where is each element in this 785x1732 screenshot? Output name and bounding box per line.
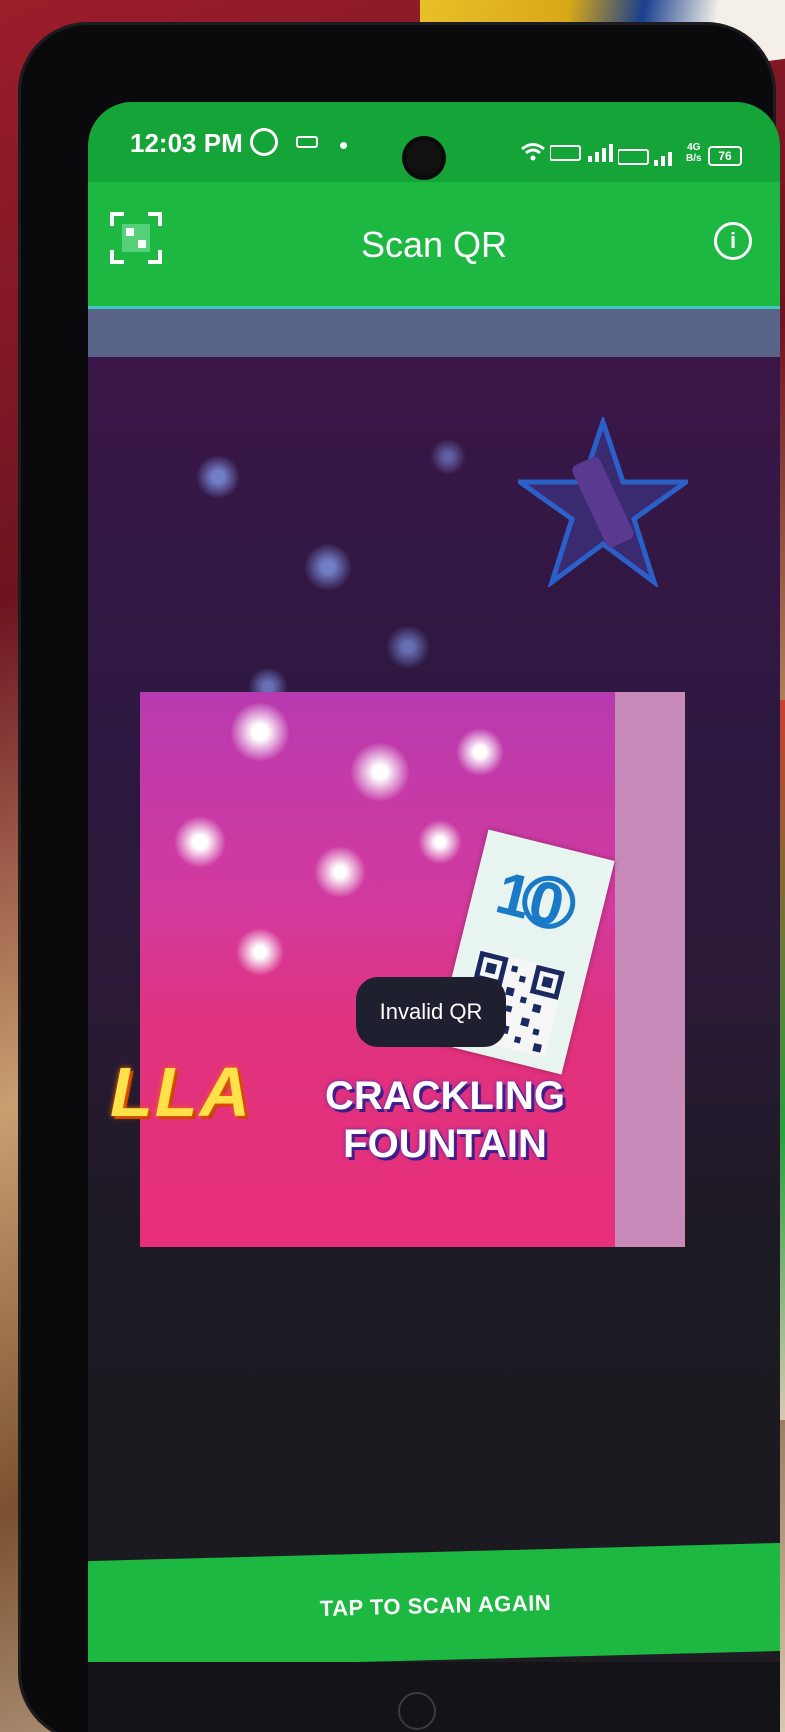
app-bar: Scan QR i [88,182,780,309]
speed-bottom: B/s [686,153,702,164]
product-brand-text: LLA [110,1053,253,1131]
wifi-icon [521,143,545,161]
camera-viewfinder: 10 LLA CRACKLING FOUNTAIN Invalid QR [88,357,780,1647]
status-bar: 12:03 PM 4G B/s 76 [88,102,780,182]
photo-scene: 12:03 PM 4G B/s 76 Scan QR i 10 LLA CRAC… [0,0,785,1732]
page-title: Scan QR [360,224,508,265]
scan-frame: 10 LLA CRACKLING FOUNTAIN [110,692,685,1247]
anniversary-logo-icon: 10 [490,859,576,940]
status-time: 12:03 PM [130,128,243,158]
sms-icon [296,136,318,148]
phone-body: 12:03 PM 4G B/s 76 Scan QR i 10 LLA CRAC… [18,22,780,1732]
speed-top: 4G [687,142,701,153]
system-nav-area [88,1662,780,1732]
svg-text:10: 10 [490,859,571,940]
info-icon[interactable]: i [714,222,752,260]
whatsapp-icon [250,128,278,156]
front-camera [406,140,442,176]
brand-star-logo [518,417,688,587]
product-name-line2: FOUNTAIN [343,1122,547,1166]
home-icon[interactable] [398,1692,436,1730]
notification-dot-icon [340,142,347,149]
product-name: CRACKLING FOUNTAIN [315,1072,575,1168]
camera-top-strip [88,309,780,357]
scan-again-button[interactable]: TAP TO SCAN AGAIN [88,1542,780,1670]
invalid-qr-toast: Invalid QR [356,977,506,1047]
phone-screen: 12:03 PM 4G B/s 76 Scan QR i 10 LLA CRAC… [88,102,780,1732]
product-name-line1: CRACKLING [325,1074,565,1118]
network-speed: 4G B/s [686,142,702,164]
battery-icon: 76 [708,146,742,166]
